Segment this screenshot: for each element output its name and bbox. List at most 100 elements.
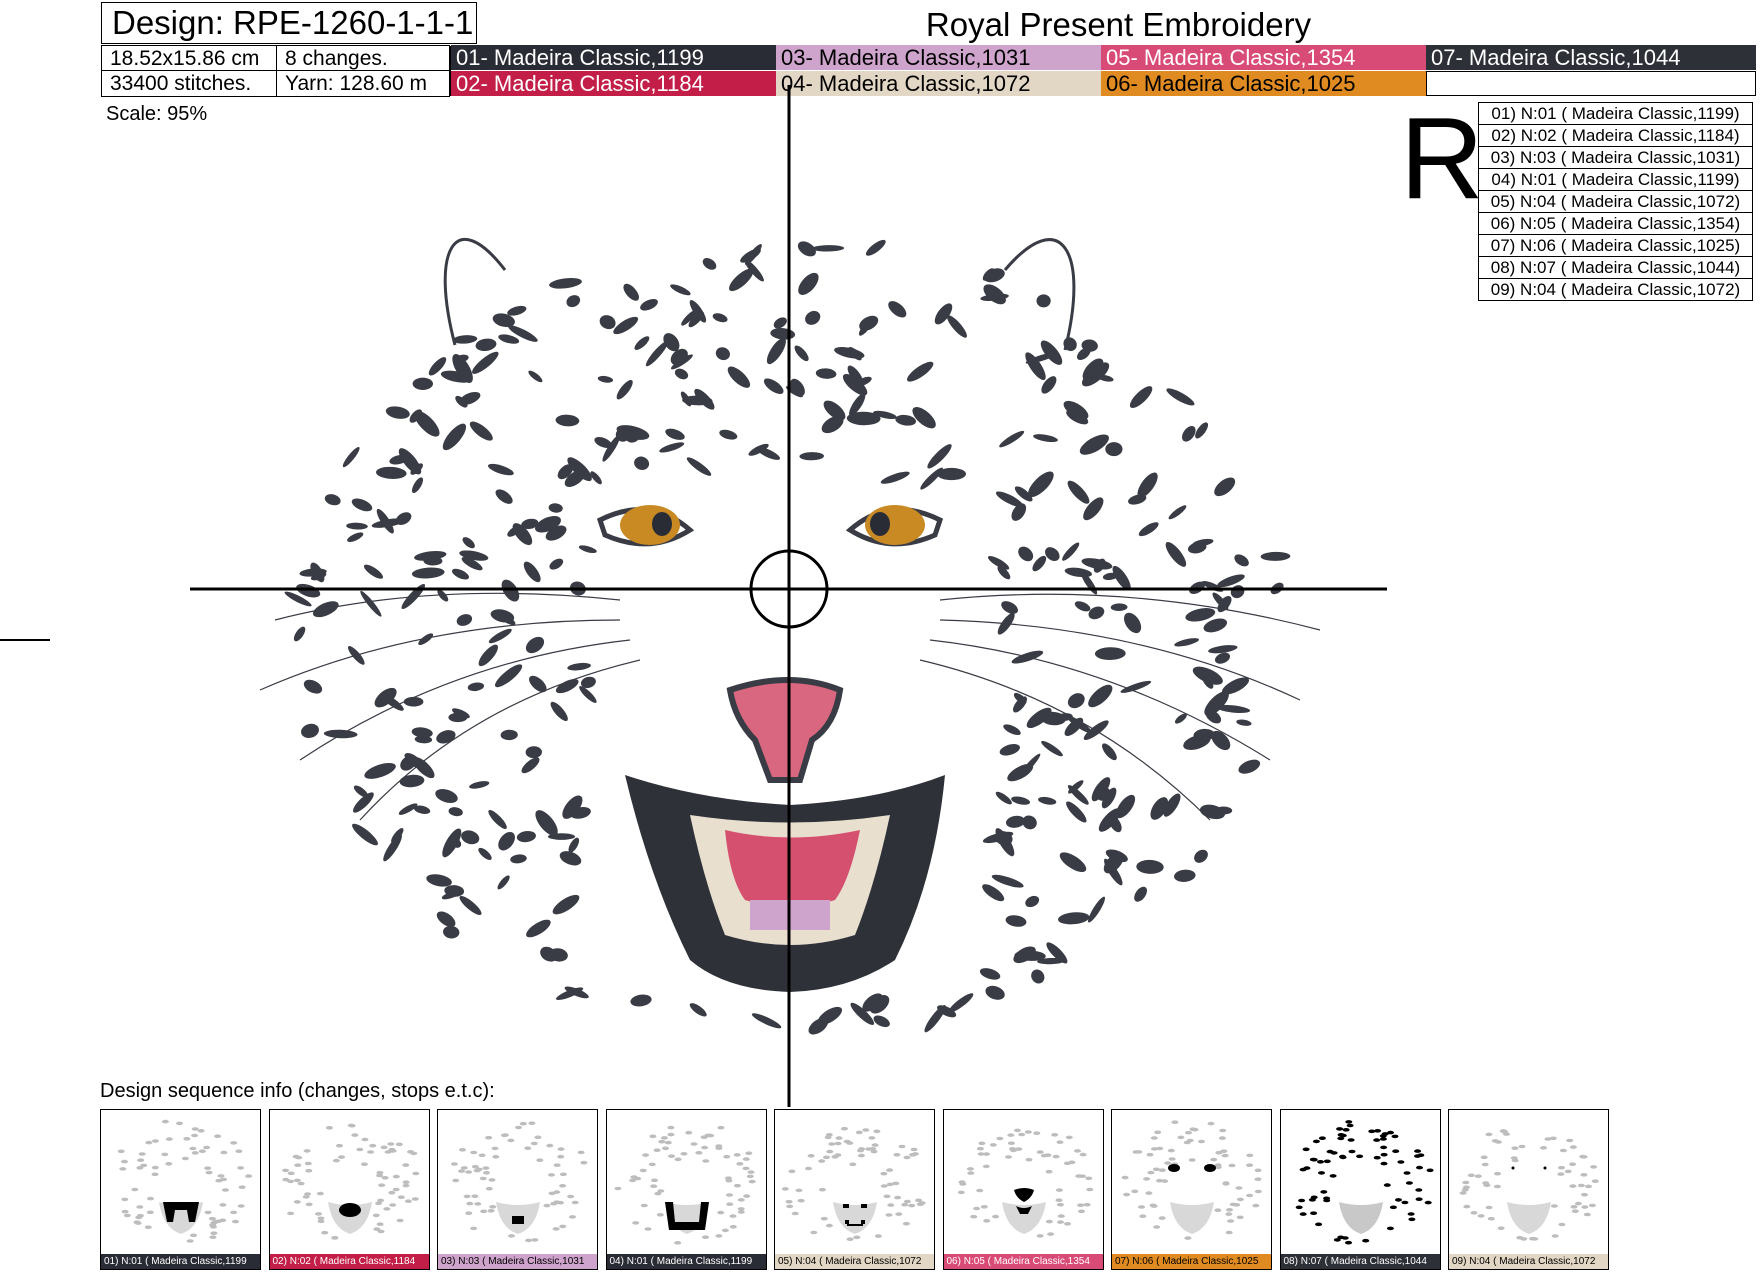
fur-spot — [411, 727, 433, 738]
fur-spot — [412, 377, 433, 390]
fur-spot — [510, 854, 527, 864]
fur-spot — [1003, 724, 1021, 735]
fur-spot — [999, 744, 1020, 756]
fur-spot — [452, 335, 478, 344]
fur-spot — [1124, 612, 1142, 634]
fur-spot — [1174, 869, 1196, 882]
fur-spot — [686, 457, 712, 476]
fur-spot — [751, 1013, 782, 1029]
fur-spot — [1165, 541, 1187, 567]
fur-spot — [324, 494, 341, 506]
fur-spot — [385, 406, 410, 419]
sequence-thumbnail[interactable]: 04) N:01 ( Madeira Classic,1199 — [605, 1109, 767, 1270]
fur-spot — [880, 471, 910, 484]
fur-spot — [459, 895, 482, 916]
fur-spot — [865, 239, 886, 256]
center-crosshair — [190, 85, 1387, 1107]
fur-spot — [1031, 969, 1045, 984]
thumbnail-preview — [1295, 1120, 1434, 1245]
fur-spot — [995, 791, 1012, 805]
fur-spot — [303, 679, 323, 694]
fur-spot — [516, 830, 536, 843]
thumbnail-label: 02) N:02 ( Madeira Classic,1184 — [269, 1254, 429, 1269]
fur-spot — [1040, 340, 1063, 365]
thumbnail-preview — [1121, 1120, 1262, 1240]
fur-spot — [472, 351, 499, 374]
fur-spot — [488, 809, 507, 830]
fur-spot — [487, 463, 514, 476]
fur-spot — [1094, 647, 1126, 661]
fur-spot — [469, 421, 493, 441]
fur-spot — [555, 679, 579, 694]
fur-spot — [895, 414, 917, 426]
fur-spot — [549, 558, 564, 570]
fur-spot — [999, 430, 1025, 448]
fur-spot — [525, 746, 542, 759]
fur-spot — [360, 590, 382, 617]
fur-spot — [301, 723, 319, 738]
sequence-thumbnail[interactable]: 08) N:07 ( Madeira Classic,1044 — [1279, 1109, 1441, 1270]
fur-spot — [1102, 743, 1117, 761]
left-ear-outline — [443, 237, 507, 346]
fur-spot — [1129, 386, 1153, 409]
fur-spot — [670, 284, 691, 296]
sequence-thumbnail[interactable]: 07) N:06 ( Madeira Classic,1025 — [1111, 1109, 1272, 1270]
thumbnail-preview — [281, 1123, 419, 1240]
fur-spot — [1063, 337, 1077, 352]
fur-spot — [1041, 740, 1063, 757]
fur-spot — [549, 277, 582, 289]
fur-spot — [456, 614, 473, 626]
fur-spot — [948, 993, 974, 1013]
thumbnail-preview — [1459, 1129, 1599, 1241]
thumbnail-label: 03) N:03 ( Madeira Classic,1031 — [438, 1254, 597, 1269]
fur-spot — [528, 370, 543, 383]
fur-spot — [1194, 849, 1208, 863]
fur-spot — [1136, 859, 1164, 874]
fur-spot — [811, 245, 845, 252]
fur-spot — [1199, 804, 1226, 820]
right-ear-outline — [1003, 238, 1076, 351]
thumbnail-preview — [117, 1119, 253, 1243]
fur-spot — [566, 295, 581, 308]
nose — [726, 677, 844, 783]
fur-spot — [436, 730, 456, 744]
thumbnail-label: 04) N:01 ( Madeira Classic,1199 — [606, 1254, 766, 1269]
fur-spot — [766, 337, 786, 365]
fur-spot — [1214, 477, 1236, 497]
fur-spot — [805, 310, 821, 325]
fur-spot — [623, 283, 639, 301]
fur-spot — [411, 477, 424, 494]
fur-spot — [435, 789, 458, 803]
thumbnail-label: 09) N:04 ( Madeira Classic,1072 — [1449, 1254, 1608, 1269]
fur-spot — [495, 489, 513, 504]
fur-spot — [634, 336, 650, 350]
fur-spot — [364, 762, 396, 779]
fur-spot — [927, 444, 952, 469]
fur-spot — [979, 968, 1001, 980]
fur-spot — [1088, 684, 1113, 708]
fur-spot — [1062, 542, 1080, 561]
thumbnail-preview — [957, 1128, 1093, 1238]
fur-spot — [1018, 546, 1034, 562]
fur-spot — [1036, 294, 1051, 308]
fur-spot — [613, 316, 639, 335]
fur-spot — [873, 1015, 890, 1028]
sequence-thumbnail[interactable]: 02) N:02 ( Madeira Classic,1184 — [268, 1109, 430, 1270]
sequence-thumbnail[interactable]: 05) N:04 ( Madeira Classic,1072 — [774, 1109, 935, 1270]
fur-spot — [1011, 796, 1031, 805]
sequence-thumbnail[interactable]: 06) N:05 ( Madeira Classic,1354 — [942, 1109, 1104, 1270]
fur-spot — [1168, 505, 1187, 520]
fur-spot — [659, 442, 685, 453]
fur-spot — [1067, 480, 1090, 504]
fur-spot — [461, 830, 480, 845]
fur-spot — [1022, 815, 1037, 830]
fur-spot — [763, 378, 784, 394]
sequence-thumbnail[interactable]: 01) N:01 ( Madeira Classic,1199 — [100, 1109, 261, 1270]
sequence-thumbnail[interactable]: 09) N:04 ( Madeira Classic,1072 — [1448, 1109, 1609, 1270]
fur-spot — [985, 985, 1005, 1000]
fur-spot — [712, 313, 728, 323]
fur-spot — [1260, 551, 1291, 561]
sequence-thumbnail[interactable]: 03) N:03 ( Madeira Classic,1031 — [437, 1109, 598, 1270]
fur-spot — [469, 781, 490, 789]
fur-spot — [1033, 434, 1058, 443]
